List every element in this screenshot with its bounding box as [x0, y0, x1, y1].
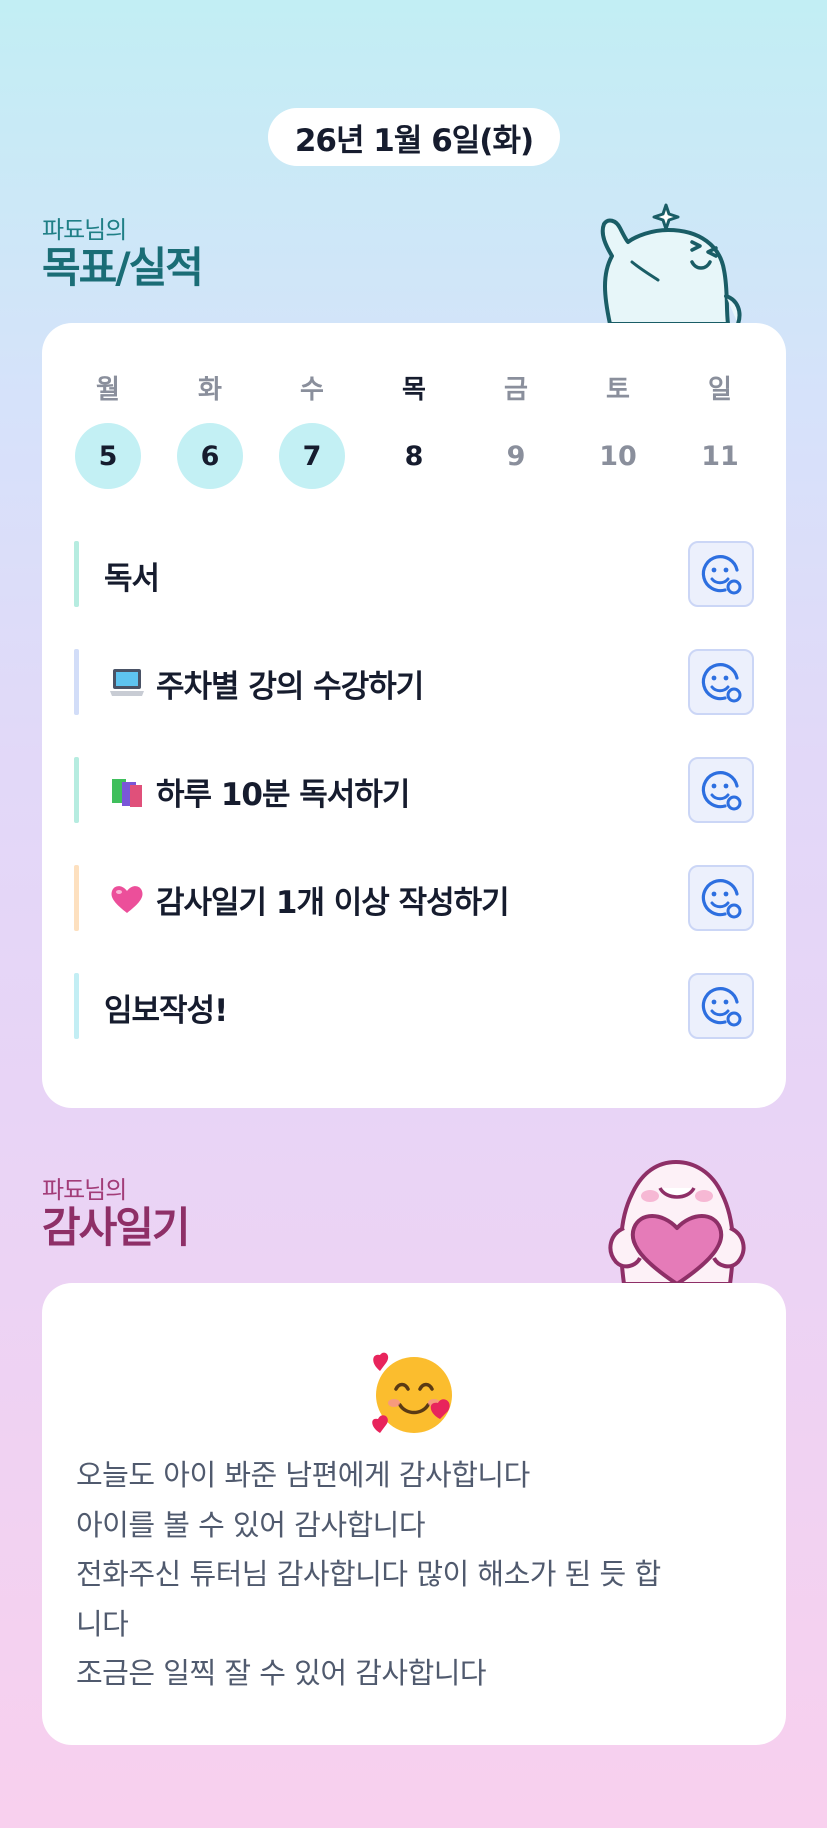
smiling-face-with-hearts-icon [372, 1352, 452, 1433]
goal-accent-bar [74, 757, 79, 823]
day-date: 11 [701, 440, 739, 472]
day-name: 화 [198, 375, 222, 405]
goal-text: 감사일기 1개 이상 작성하기 [156, 885, 510, 921]
day-name: 토 [606, 375, 630, 405]
goal-text: 주차별 강의 수강하기 [156, 669, 424, 705]
day-date: 10 [599, 440, 637, 472]
goal-item[interactable]: 감사일기 1개 이상 작성하기 [74, 865, 754, 931]
day-wed[interactable]: 수 7 [279, 375, 345, 489]
goal-text: 임보작성! [104, 993, 228, 1029]
laptop-icon [110, 669, 144, 696]
goal-item[interactable]: 임보작성! [74, 973, 754, 1039]
date-label: 26년 1월 6일(화) [294, 122, 534, 159]
day-mon[interactable]: 월 5 [75, 375, 141, 489]
smiley-add-icon [701, 663, 742, 703]
day-date: 9 [506, 440, 526, 472]
gratitude-line: 전화주신 튜터님 감사합니다 많이 해소가 된 듯 합 [76, 1557, 661, 1591]
react-button[interactable] [688, 973, 754, 1039]
smiley-add-icon [701, 987, 742, 1027]
goal-item[interactable]: 하루 10분 독서하기 [74, 757, 754, 823]
goal-item[interactable]: 주차별 강의 수강하기 [74, 649, 754, 715]
gratitude-line: 오늘도 아이 봐준 남편에게 감사합니다 [76, 1458, 530, 1492]
react-button[interactable] [688, 541, 754, 607]
goal-text: 독서 [104, 561, 160, 597]
goal-accent-bar [74, 541, 79, 607]
gratitude-line: 조금은 일찍 잘 수 있어 감사합니다 [76, 1656, 487, 1690]
goals-card: 월 5 화 6 수 7 목 8 금 9 토 10 일 11 독서 주차별 강의 … [42, 323, 786, 1108]
react-button[interactable] [688, 649, 754, 715]
goals-section-header: 파됴님의 목표/실적 [42, 210, 204, 292]
goal-item[interactable]: 독서 [74, 541, 754, 607]
goal-accent-bar [74, 649, 79, 715]
smiley-add-icon [701, 555, 742, 595]
day-thu[interactable]: 목 8 [381, 375, 447, 489]
goals-section-title: 목표/실적 [42, 243, 204, 292]
day-date: 8 [404, 440, 424, 472]
day-fri[interactable]: 금 9 [483, 375, 549, 489]
day-sat[interactable]: 토 10 [585, 375, 651, 489]
goal-accent-bar [74, 865, 79, 931]
smiley-add-icon [701, 879, 742, 919]
gratitude-text: 오늘도 아이 봐준 남편에게 감사합니다 아이를 볼 수 있어 감사합니다 전화… [76, 1451, 756, 1699]
gratitude-section-header: 파됴님의 감사일기 [42, 1170, 191, 1252]
gratitude-section-title: 감사일기 [42, 1203, 191, 1252]
day-name: 일 [708, 375, 732, 405]
gratitude-card: 오늘도 아이 봐준 남편에게 감사합니다 아이를 볼 수 있어 감사합니다 전화… [42, 1283, 786, 1745]
gratitude-line: 아이를 볼 수 있어 감사합니다 [76, 1507, 426, 1542]
day-name: 목 [402, 375, 426, 405]
day-sun[interactable]: 일 11 [687, 375, 753, 489]
gratitude-line: 니다 [76, 1606, 129, 1641]
day-tue[interactable]: 화 6 [177, 375, 243, 489]
smiley-add-icon [701, 771, 742, 811]
books-icon [112, 779, 142, 807]
day-date: 7 [279, 423, 345, 489]
goal-accent-bar [74, 973, 79, 1039]
gratitude-section-subtitle: 파됴님의 [42, 1176, 127, 1204]
day-name: 금 [504, 375, 528, 405]
goals-section-subtitle: 파됴님의 [42, 216, 127, 244]
date-pill[interactable]: 26년 1월 6일(화) [268, 108, 560, 166]
day-date: 5 [75, 423, 141, 489]
week-calendar: 월 5 화 6 수 7 목 8 금 9 토 10 일 11 [75, 375, 787, 489]
react-button[interactable] [688, 865, 754, 931]
day-name: 월 [96, 375, 120, 405]
react-button[interactable] [688, 757, 754, 823]
heart-hug-mascot-icon [608, 1160, 746, 1284]
goal-text: 하루 10분 독서하기 [156, 777, 410, 813]
pink-heart-icon [111, 886, 143, 913]
day-date: 6 [177, 423, 243, 489]
thumbs-up-mascot-icon [600, 203, 742, 324]
day-name: 수 [300, 375, 324, 405]
